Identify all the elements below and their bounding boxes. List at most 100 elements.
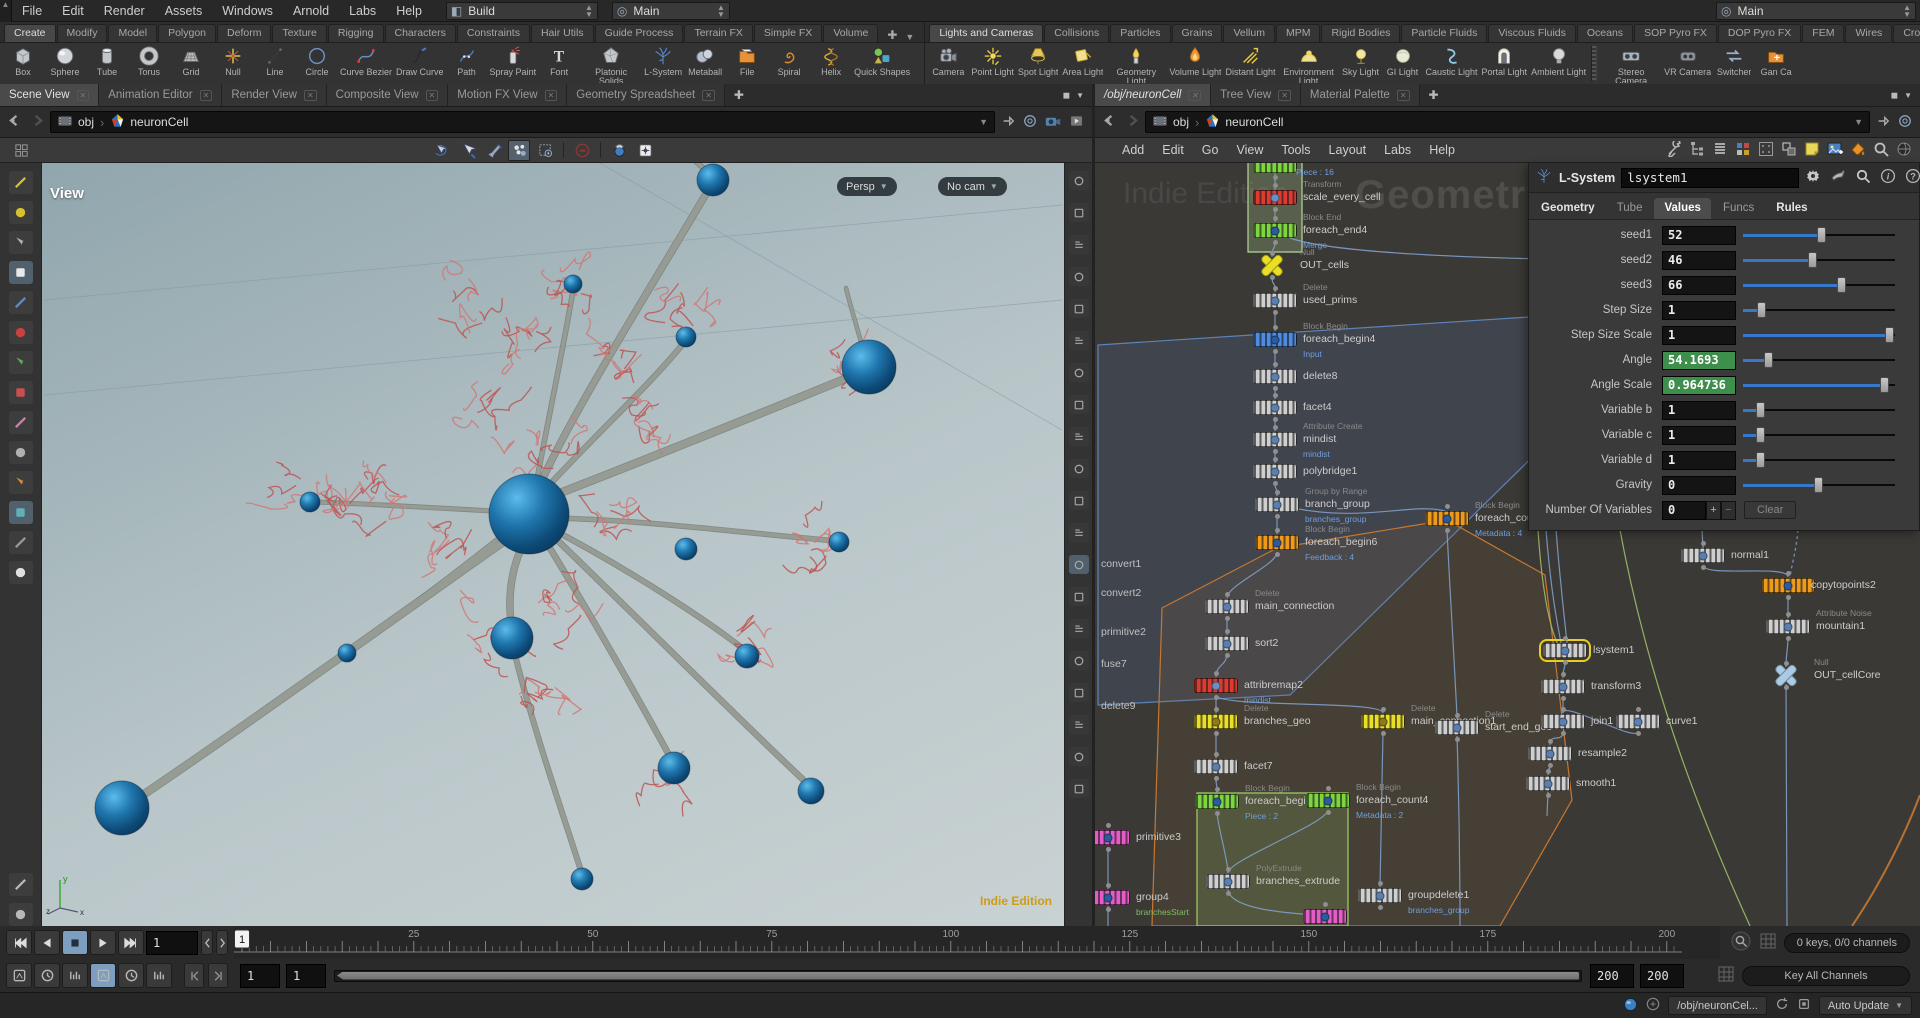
shelf-tool-ambient-light[interactable]: Ambient Light bbox=[1529, 44, 1588, 77]
param-tab-geometry[interactable]: Geometry bbox=[1531, 198, 1605, 219]
shelf-tab-sop-pyro-fx[interactable]: SOP Pyro FX bbox=[1634, 24, 1717, 42]
variable-c-slider[interactable] bbox=[1743, 426, 1895, 444]
current-node-path[interactable]: /obj/neuronCel... bbox=[1668, 996, 1767, 1015]
path-crumb-obj[interactable]: obj bbox=[57, 114, 94, 131]
gravity-field[interactable] bbox=[1662, 475, 1736, 495]
shelf-tool-helix[interactable]: Helix bbox=[810, 44, 852, 77]
jump-start-button[interactable] bbox=[6, 930, 32, 955]
globe-icon[interactable] bbox=[8, 531, 33, 554]
shelf-tab-polygon[interactable]: Polygon bbox=[158, 24, 217, 42]
search-icon[interactable] bbox=[1873, 141, 1889, 160]
add-pane-tab-button[interactable]: ✚ bbox=[1420, 84, 1448, 106]
gravity-slider[interactable] bbox=[1743, 476, 1895, 494]
shelf-tab-collisions[interactable]: Collisions bbox=[1044, 24, 1110, 42]
shelf-tab-rigid-bodies[interactable]: Rigid Bodies bbox=[1321, 24, 1401, 42]
pane-tab-scene-view[interactable]: Scene View ✕ bbox=[0, 84, 100, 106]
pane-tab-material-palette[interactable]: Material Palette ✕ bbox=[1300, 84, 1420, 106]
shelf-tool-volume-light[interactable]: Volume Light bbox=[1167, 44, 1223, 77]
network-node-branches-geo[interactable]: Delete branches_geo bbox=[1194, 703, 1311, 736]
onion-skin-icon[interactable] bbox=[1068, 523, 1089, 542]
network-node-delete8[interactable]: delete8 bbox=[1253, 362, 1337, 391]
twist-icon[interactable] bbox=[8, 471, 33, 494]
network-node-sort2[interactable]: sort2 bbox=[1205, 629, 1278, 658]
clear-button[interactable]: Clear bbox=[1744, 501, 1797, 519]
pane-tab-geometry-spreadsheet[interactable]: Geometry Spreadsheet ✕ bbox=[567, 84, 725, 106]
desktop-selector[interactable]: ◧ Build ▲ ▼ bbox=[445, 1, 598, 20]
display-options-icon[interactable] bbox=[634, 140, 656, 161]
network-node-polybridge1[interactable]: polybridge1 bbox=[1253, 457, 1357, 486]
network-node-foreach-count4[interactable]: Block Begin foreach_count4 Metadata : 2 bbox=[1306, 782, 1428, 820]
shelf-tab-dop-pyro-fx[interactable]: DOP Pyro FX bbox=[1717, 24, 1802, 42]
camera-dropdown[interactable]: No cam ▼ bbox=[938, 177, 1007, 196]
background-image-icon[interactable] bbox=[1827, 141, 1843, 160]
network-menu-add[interactable]: Add bbox=[1113, 139, 1153, 161]
ghost-icon[interactable] bbox=[8, 873, 33, 896]
play-button[interactable] bbox=[90, 930, 116, 955]
seed2-slider[interactable] bbox=[1743, 251, 1895, 269]
shelf-tab-lights-and-cameras[interactable]: Lights and Cameras bbox=[929, 24, 1044, 42]
shelf-tab-constraints[interactable]: Constraints bbox=[456, 24, 530, 42]
no-selection-icon[interactable] bbox=[571, 140, 593, 161]
network-menu-layout[interactable]: Layout bbox=[1320, 139, 1376, 161]
display-mode-icon[interactable] bbox=[1068, 171, 1089, 190]
key-all-channels-button[interactable]: Key All Channels bbox=[1742, 965, 1910, 986]
shelf-tab-crowds[interactable]: Crowds bbox=[1893, 24, 1920, 42]
character-icon[interactable] bbox=[8, 441, 33, 464]
network-menu-labs[interactable]: Labs bbox=[1375, 139, 1420, 161]
color-bucket-icon[interactable] bbox=[1850, 141, 1866, 160]
shelf-tab-model[interactable]: Model bbox=[108, 24, 158, 42]
frame-forward-icon[interactable] bbox=[216, 930, 228, 955]
range-start-icon[interactable] bbox=[184, 963, 204, 988]
key-options-icon[interactable] bbox=[146, 963, 172, 988]
select-arrow-icon[interactable] bbox=[456, 140, 478, 161]
network-node-mindist[interactable]: Attribute Create mindist mindist bbox=[1253, 421, 1363, 459]
shelf-tab-particles[interactable]: Particles bbox=[1110, 24, 1171, 42]
scoped-channels-icon[interactable] bbox=[1718, 966, 1734, 985]
shelf-tool-portal-light[interactable]: Portal Light bbox=[1480, 44, 1530, 77]
follow-target-icon[interactable] bbox=[1898, 114, 1912, 131]
network-node-copytopoints2[interactable]: copytopoints2 bbox=[1761, 571, 1876, 600]
pin-icon[interactable] bbox=[1001, 114, 1015, 131]
shelf-tool-sphere[interactable]: Sphere bbox=[44, 44, 86, 77]
path-dropdown-icon[interactable]: ▼ bbox=[979, 117, 988, 127]
network-node-foreach-end4[interactable]: Block End foreach_end4 Merge bbox=[1253, 212, 1367, 250]
network-menu-edit[interactable]: Edit bbox=[1153, 139, 1193, 161]
shelf-tool-gi-light[interactable]: GI Light bbox=[1382, 44, 1424, 77]
network-node-unnamed[interactable] bbox=[1303, 902, 1347, 924]
network-node-branch-group[interactable]: Group by Range branch_group branches_group bbox=[1255, 486, 1370, 524]
dopesheet-icon[interactable] bbox=[118, 963, 144, 988]
palette-grid-icon[interactable] bbox=[1735, 141, 1751, 160]
variable-d-slider[interactable] bbox=[1743, 451, 1895, 469]
angle-field[interactable] bbox=[1662, 350, 1736, 370]
history-forward-icon[interactable] bbox=[1124, 114, 1139, 130]
knife-icon[interactable] bbox=[8, 231, 33, 254]
ring-icon[interactable] bbox=[8, 381, 33, 404]
network-node-foreach-begin8[interactable]: Block Begin foreach_begin8 Piece : 2 bbox=[1195, 783, 1317, 821]
shaded-icon[interactable] bbox=[1068, 203, 1089, 222]
seed3-slider[interactable] bbox=[1743, 276, 1895, 294]
range-start-field[interactable] bbox=[240, 963, 280, 988]
shelf-tool-point-light[interactable]: Point Light bbox=[969, 44, 1016, 77]
pane-maximize-icon[interactable]: ◼ bbox=[1891, 90, 1898, 101]
network-node-convert1[interactable]: convert1 bbox=[1101, 558, 1141, 570]
render-flipbook-icon[interactable] bbox=[608, 140, 630, 161]
select-arrow-icon[interactable] bbox=[8, 261, 33, 284]
info-icon[interactable]: i bbox=[1880, 168, 1896, 187]
materials-icon[interactable] bbox=[1068, 331, 1089, 350]
pane-menu-icon[interactable]: ▼ bbox=[1904, 91, 1912, 100]
points-icon[interactable] bbox=[1068, 267, 1089, 286]
angle-slider[interactable] bbox=[1743, 351, 1895, 369]
desktop-corner-handle[interactable]: ▲ bbox=[0, 0, 12, 22]
shelf-tool-line[interactable]: Line bbox=[254, 44, 296, 77]
network-node-smooth1[interactable]: smooth1 bbox=[1526, 769, 1616, 798]
param-tab-values[interactable]: Values bbox=[1654, 198, 1711, 219]
shelf-tab-add-button[interactable]: ✚ bbox=[879, 28, 905, 42]
number-of-variables-field[interactable] bbox=[1662, 500, 1706, 520]
frame-back-icon[interactable] bbox=[201, 930, 213, 955]
seed3-field[interactable] bbox=[1662, 275, 1736, 295]
timeline-ruler[interactable]: 25 50 75 100 125 150 175 200 1 bbox=[234, 926, 1720, 959]
range-end2-field[interactable] bbox=[1640, 963, 1684, 988]
shelf-tool-sky-light[interactable]: Sky Light bbox=[1340, 44, 1382, 77]
help-icon[interactable]: ? bbox=[1905, 168, 1920, 187]
shelf-more-dropdown[interactable]: ▼ bbox=[905, 32, 924, 42]
